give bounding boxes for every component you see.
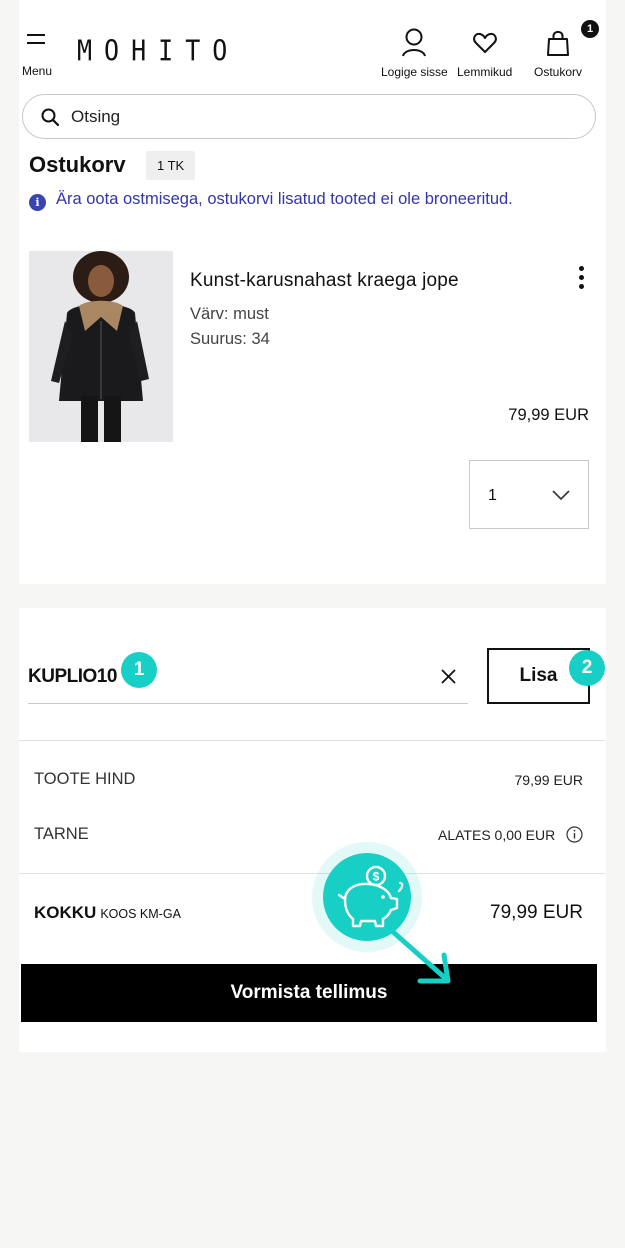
cart-count-badge: 1: [581, 20, 600, 38]
product-price: 79,99 EUR: [508, 406, 589, 424]
product-color: Värv: must: [190, 305, 269, 323]
item-count-badge: 1 TK: [146, 151, 196, 180]
cart-label: Ostukorv: [534, 65, 583, 79]
pointer-arrow-icon: [389, 928, 451, 984]
login-button[interactable]: Logige sisse: [381, 28, 448, 79]
quantity-value: 1: [488, 487, 497, 504]
total-value: 79,99 EUR: [490, 902, 583, 923]
reservation-notice: i Ära oota ostmisega, ostukorvi lisatud t…: [29, 190, 513, 211]
product-size: Suurus: 34: [190, 330, 270, 348]
user-icon: [402, 28, 427, 57]
menu-label: Menu: [22, 64, 53, 78]
total-label-text: KOKKU: [34, 903, 97, 922]
product-price-label: TOOTE HIND: [34, 770, 136, 788]
more-options-icon[interactable]: [570, 266, 592, 292]
favorites-button[interactable]: Lemmikud: [457, 28, 512, 79]
divider: [19, 873, 606, 874]
info-icon: i: [29, 194, 46, 211]
total-vat-note: KOOS KM-GA: [100, 907, 181, 921]
heart-icon: [472, 32, 497, 53]
total-label: KOKKU KOOS KM-GA: [34, 903, 181, 923]
chevron-down-icon: [552, 490, 570, 500]
divider: [19, 740, 606, 741]
cart-button[interactable]: Ostukorv 1: [534, 20, 600, 79]
checkout-button[interactable]: Vormista tellimus: [21, 964, 597, 1022]
quantity-select[interactable]: 1: [469, 460, 589, 529]
model-jacket-image: [29, 251, 173, 442]
search-icon: [41, 108, 59, 126]
login-label: Logige sisse: [381, 65, 448, 79]
product-image[interactable]: [29, 251, 173, 442]
product-name[interactable]: Kunst-karusnahast kraega jope: [190, 270, 459, 292]
shipping-label: TARNE: [34, 825, 89, 843]
product-price-value: 79,99 EUR: [514, 772, 583, 788]
notice-text: Ära oota ostmisega, ostukorvi lisatud to…: [56, 190, 513, 208]
coupon-input[interactable]: [28, 664, 408, 690]
info-circle-icon[interactable]: [566, 826, 583, 843]
shipping-value: ALATES 0,00 EUR: [438, 827, 555, 843]
shipping-value-text: ALATES 0,00 EUR: [438, 827, 556, 843]
svg-text:$: $: [373, 870, 380, 884]
search-bar[interactable]: [22, 94, 596, 139]
clear-icon[interactable]: [441, 669, 456, 684]
search-input[interactable]: [71, 105, 551, 129]
favorites-label: Lemmikud: [457, 65, 513, 79]
brand-logo[interactable]: MOHITO: [77, 34, 239, 67]
shopping-bag-icon: [547, 30, 569, 56]
page-title: Ostukorv: [29, 152, 126, 177]
step-marker-2: 2: [569, 650, 605, 686]
step-marker-1: 1: [121, 652, 157, 688]
coupon-field[interactable]: [28, 648, 468, 704]
hamburger-icon: [27, 34, 45, 44]
